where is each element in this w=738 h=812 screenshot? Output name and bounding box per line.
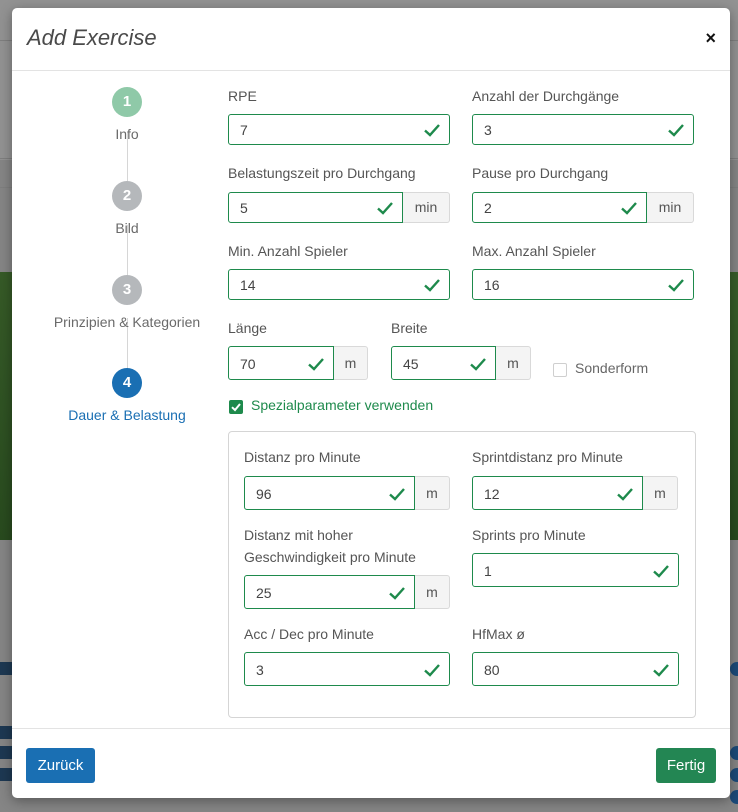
accdec-value: 3 (256, 662, 264, 678)
step-prinzipien[interactable]: 3 Prinzipien & Kategorien (32, 275, 222, 330)
check-icon (424, 124, 440, 137)
distanz-input[interactable]: 96 (244, 476, 415, 510)
durchgaenge-value: 3 (484, 122, 492, 138)
check-icon (424, 279, 440, 292)
sprints-value: 1 (484, 563, 492, 579)
spezialparameter-label: Spezialparameter verwenden (251, 397, 434, 413)
step-label: Prinzipien & Kategorien (53, 314, 201, 330)
check-icon (389, 488, 405, 501)
min-spieler-value: 14 (240, 277, 256, 293)
sonderform-label: Sonderform (575, 360, 649, 376)
sprintdistanz-value: 12 (484, 486, 500, 502)
unit-addon: m (643, 476, 678, 510)
check-icon (231, 403, 241, 412)
rpe-value: 7 (240, 122, 248, 138)
min-spieler-input[interactable]: 14 (228, 269, 450, 300)
finish-button[interactable]: Fertig (656, 748, 716, 783)
pause-input[interactable]: 2 (472, 192, 647, 223)
check-icon (653, 565, 669, 578)
pause-value: 2 (484, 200, 492, 216)
check-icon (653, 664, 669, 677)
hohe-geschw-label-line1: Distanz mit hoher (244, 527, 353, 543)
check-icon (470, 358, 486, 371)
modal-title: Add Exercise (27, 25, 157, 50)
min-spieler-label: Min. Anzahl Spieler (228, 243, 348, 259)
sprintdistanz-label: Sprintdistanz pro Minute (472, 449, 623, 465)
check-icon (389, 587, 405, 600)
max-spieler-label: Max. Anzahl Spieler (472, 243, 596, 259)
step-info[interactable]: 1 Info (32, 87, 222, 142)
check-icon (621, 202, 637, 215)
check-icon (668, 124, 684, 137)
step-label: Bild (115, 220, 139, 236)
check-icon (424, 664, 440, 677)
accdec-input[interactable]: 3 (244, 652, 450, 686)
unit-addon: min (647, 192, 694, 223)
laenge-label: Länge (228, 320, 267, 336)
durchgaenge-input[interactable]: 3 (472, 114, 694, 145)
breite-input[interactable]: 45 (391, 346, 496, 380)
modal-header: Add Exercise × (12, 8, 730, 71)
hohe-geschw-value: 25 (256, 585, 272, 601)
check-icon (377, 202, 393, 215)
breite-value: 45 (403, 356, 419, 372)
step-label: Dauer & Belastung (68, 407, 186, 423)
accdec-label: Acc / Dec pro Minute (244, 626, 374, 642)
sprintdistanz-input[interactable]: 12 (472, 476, 643, 510)
step-number: 1 (112, 87, 142, 117)
hfmax-input[interactable]: 80 (472, 652, 679, 686)
laenge-input[interactable]: 70 (228, 346, 334, 380)
step-number: 4 (112, 368, 142, 398)
unit-addon: m (334, 346, 368, 380)
check-icon (668, 279, 684, 292)
modal-footer: Zurück Fertig (12, 728, 730, 798)
close-icon[interactable]: × (705, 28, 716, 48)
step-number: 3 (112, 275, 142, 305)
hfmax-value: 80 (484, 662, 500, 678)
unit-addon: m (415, 476, 450, 510)
check-icon (617, 488, 633, 501)
distanz-value: 96 (256, 486, 272, 502)
belastungszeit-label: Belastungszeit pro Durchgang (228, 165, 416, 181)
rpe-input[interactable]: 7 (228, 114, 450, 145)
step-number: 2 (112, 181, 142, 211)
hohe-geschw-label-line2: Geschwindigkeit pro Minute (244, 549, 416, 565)
durchgaenge-label: Anzahl der Durchgänge (472, 88, 620, 104)
check-icon (308, 358, 324, 371)
hfmax-label: HfMax ø (472, 626, 525, 642)
step-dauer-belastung[interactable]: 4 Dauer & Belastung (32, 368, 222, 423)
rpe-label: RPE (228, 88, 257, 104)
max-spieler-input[interactable]: 16 (472, 269, 694, 300)
step-bild[interactable]: 2 Bild (32, 181, 222, 236)
sprints-label: Sprints pro Minute (472, 527, 586, 543)
add-exercise-modal: Add Exercise × 1 Info 2 Bild 3 Prinzipie… (12, 8, 730, 798)
hohe-geschw-input[interactable]: 25 (244, 575, 415, 609)
checkbox-box[interactable] (229, 400, 243, 414)
unit-addon: m (496, 346, 531, 380)
belastungszeit-value: 5 (240, 200, 248, 216)
pause-label: Pause pro Durchgang (472, 165, 609, 181)
max-spieler-value: 16 (484, 277, 500, 293)
laenge-value: 70 (240, 356, 256, 372)
sprints-input[interactable]: 1 (472, 553, 679, 587)
unit-addon: m (415, 575, 450, 609)
breite-label: Breite (391, 320, 428, 336)
back-button[interactable]: Zurück (26, 748, 95, 783)
belastungszeit-input[interactable]: 5 (228, 192, 403, 223)
unit-addon: min (403, 192, 450, 223)
step-label: Info (115, 126, 139, 142)
checkbox-box[interactable] (553, 363, 567, 377)
distanz-label: Distanz pro Minute (244, 449, 361, 465)
